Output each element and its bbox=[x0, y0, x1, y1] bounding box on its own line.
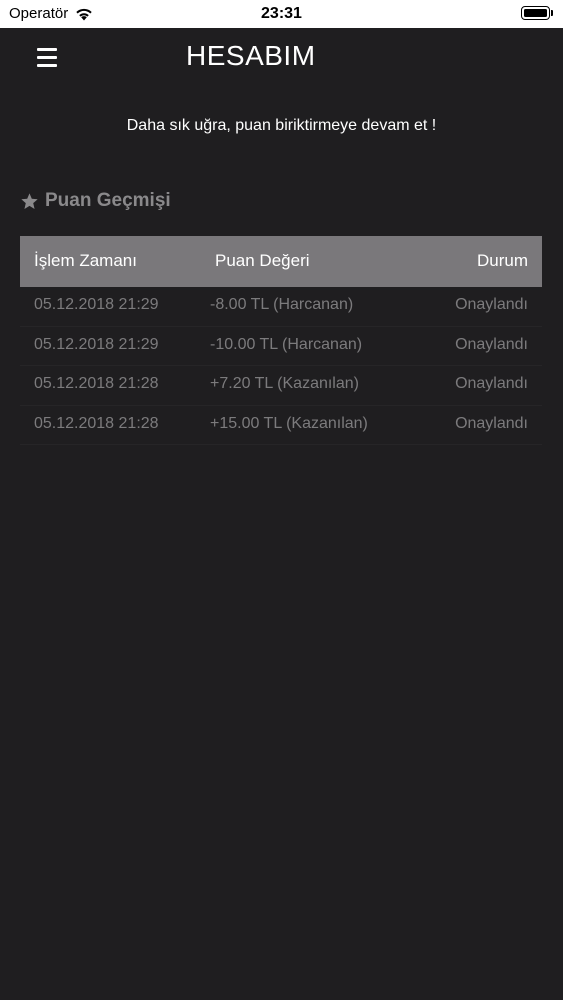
row-value: +7.20 TL (Kazanılan) bbox=[210, 375, 359, 392]
page-title: HESABIM bbox=[186, 40, 316, 71]
column-header-value: Puan Değeri bbox=[215, 251, 310, 270]
row-time: 05.12.2018 21:28 bbox=[34, 375, 159, 392]
table-row: 05.12.2018 21:29 -10.00 TL (Harcanan) On… bbox=[20, 327, 542, 366]
row-time: 05.12.2018 21:29 bbox=[34, 335, 159, 353]
star-icon bbox=[21, 192, 38, 209]
row-time: 05.12.2018 21:28 bbox=[34, 414, 159, 432]
table-header: İşlem Zamanı Puan Değeri Durum bbox=[20, 236, 542, 287]
row-value: -10.00 TL (Harcanan) bbox=[210, 335, 363, 353]
column-header-time: İşlem Zamanı bbox=[34, 251, 137, 270]
table-row: 05.12.2018 21:28 +15.00 TL (Kazanılan) O… bbox=[20, 406, 542, 445]
column-header-status: Durum bbox=[476, 251, 528, 270]
motto-text: Daha sık uğra, puan biriktirmeye devam e… bbox=[126, 117, 437, 134]
section-title: Puan Geçmişi bbox=[45, 190, 171, 211]
row-status: Onaylandı bbox=[455, 335, 528, 353]
row-status: Onaylandı bbox=[455, 375, 528, 392]
battery-icon bbox=[521, 6, 550, 20]
status-time: 23:31 bbox=[261, 5, 302, 22]
battery-indicator bbox=[521, 6, 555, 22]
nav-bar: HESABIM bbox=[0, 28, 563, 86]
row-time: 05.12.2018 21:29 bbox=[34, 296, 159, 313]
battery-fill bbox=[524, 9, 547, 17]
points-history-table: İşlem Zamanı Puan Değeri Durum 05.12.201… bbox=[20, 236, 542, 445]
row-value: +15.00 TL (Kazanılan) bbox=[210, 414, 368, 432]
table-row: 05.12.2018 21:29 -8.00 TL (Harcanan) Ona… bbox=[20, 287, 542, 327]
table-row: 05.12.2018 21:28 +7.20 TL (Kazanılan) On… bbox=[20, 366, 542, 406]
status-bar: Operatör 23:31 bbox=[0, 0, 563, 28]
row-status: Onaylandı bbox=[455, 296, 528, 313]
menu-button[interactable] bbox=[32, 45, 62, 71]
battery-tip bbox=[551, 10, 553, 16]
row-value: -8.00 TL (Harcanan) bbox=[210, 296, 354, 313]
section-header: Puan Geçmişi bbox=[20, 190, 171, 212]
row-status: Onaylandı bbox=[455, 414, 528, 432]
